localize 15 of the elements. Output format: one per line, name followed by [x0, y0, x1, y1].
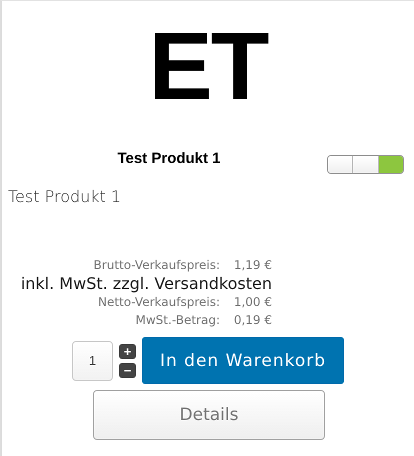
- product-description: Test Produkt 1: [8, 187, 122, 206]
- minus-button[interactable]: −: [119, 362, 136, 378]
- price-value: 1,19 €: [232, 258, 272, 272]
- price-label: Netto-Verkaufspreis:: [98, 295, 220, 309]
- logo-text: ET: [148, 19, 269, 115]
- price-value: 1,00 €: [232, 295, 272, 309]
- price-label: MwSt.-Betrag:: [136, 313, 220, 327]
- quantity-field[interactable]: 1: [72, 340, 113, 380]
- price-label: Brutto-Verkaufspreis:: [94, 258, 220, 272]
- price-value: 0,19 €: [232, 313, 272, 327]
- product-title: Test Produkt 1: [116, 150, 222, 167]
- details-button[interactable]: Details: [93, 390, 325, 440]
- tax-note: inkl. MwSt. zzgl. Versandkosten: [20, 274, 272, 293]
- plus-button[interactable]: +: [119, 344, 136, 358]
- add-to-cart-button[interactable]: In den Warenkorb: [142, 337, 344, 384]
